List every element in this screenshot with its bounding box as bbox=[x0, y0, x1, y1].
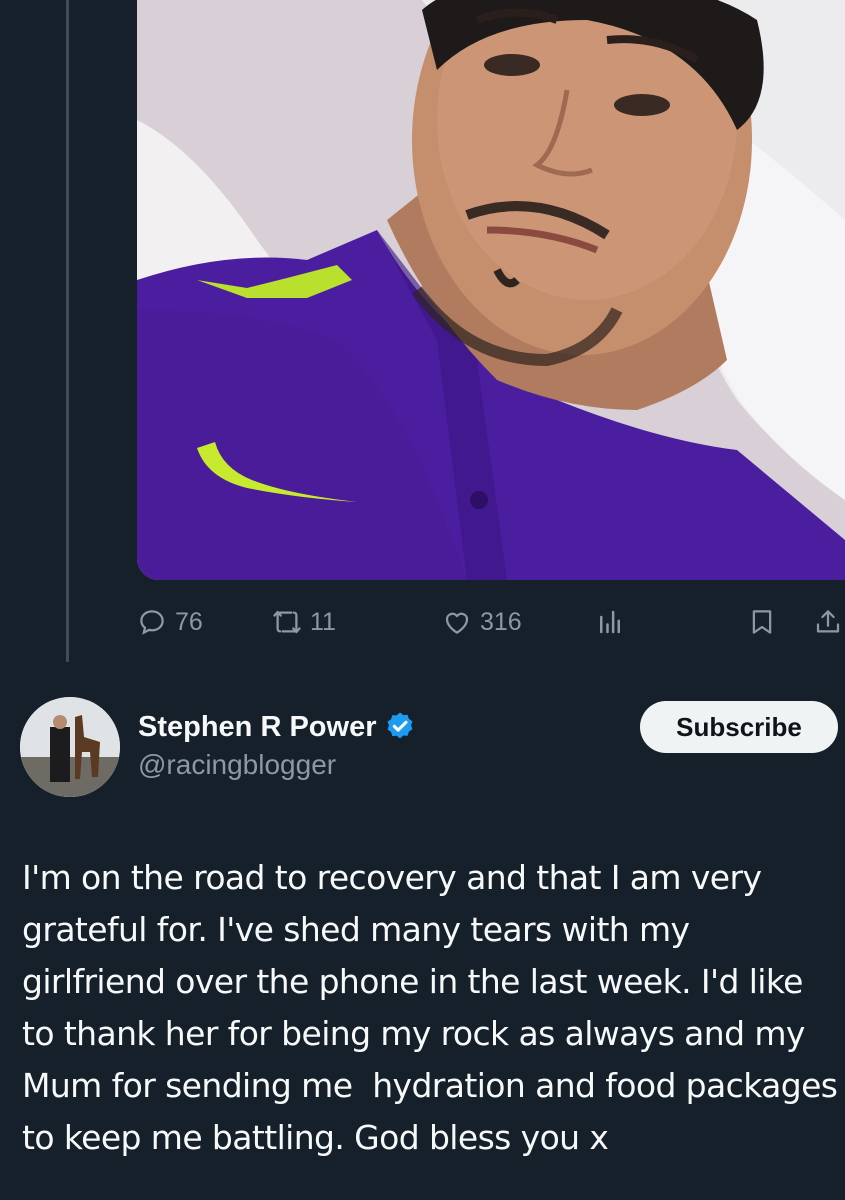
author-display-name[interactable]: Stephen R Power bbox=[138, 711, 377, 744]
verified-badge-icon bbox=[383, 710, 417, 744]
thread-connector-line bbox=[66, 0, 69, 662]
views-button[interactable] bbox=[595, 600, 633, 644]
like-count: 316 bbox=[480, 607, 522, 636]
bookmark-icon bbox=[747, 607, 777, 637]
tweet-action-bar: 76 11 316 bbox=[137, 600, 845, 644]
subscribe-button[interactable]: Subscribe bbox=[640, 701, 838, 753]
avatar-photo bbox=[20, 697, 120, 797]
author-avatar[interactable] bbox=[20, 697, 120, 797]
tweet-text: I'm on the road to recovery and that I a… bbox=[22, 858, 838, 1157]
author-handle[interactable]: @racingblogger bbox=[138, 749, 417, 781]
views-icon bbox=[595, 607, 625, 637]
reply-button[interactable]: 76 bbox=[137, 600, 203, 644]
reply-icon bbox=[137, 607, 167, 637]
share-icon bbox=[813, 607, 843, 637]
retweet-icon bbox=[272, 607, 302, 637]
heart-icon bbox=[442, 607, 472, 637]
like-button[interactable]: 316 bbox=[442, 600, 522, 644]
tweet-media-photo[interactable] bbox=[137, 0, 845, 580]
photo-illustration bbox=[137, 0, 845, 580]
reply-count: 76 bbox=[175, 607, 203, 636]
retweet-button[interactable]: 11 bbox=[272, 600, 336, 644]
bookmark-button[interactable] bbox=[747, 600, 785, 644]
retweet-count: 11 bbox=[310, 607, 336, 636]
author-info: Stephen R Power @racingblogger bbox=[138, 707, 417, 781]
share-button[interactable] bbox=[813, 600, 845, 644]
